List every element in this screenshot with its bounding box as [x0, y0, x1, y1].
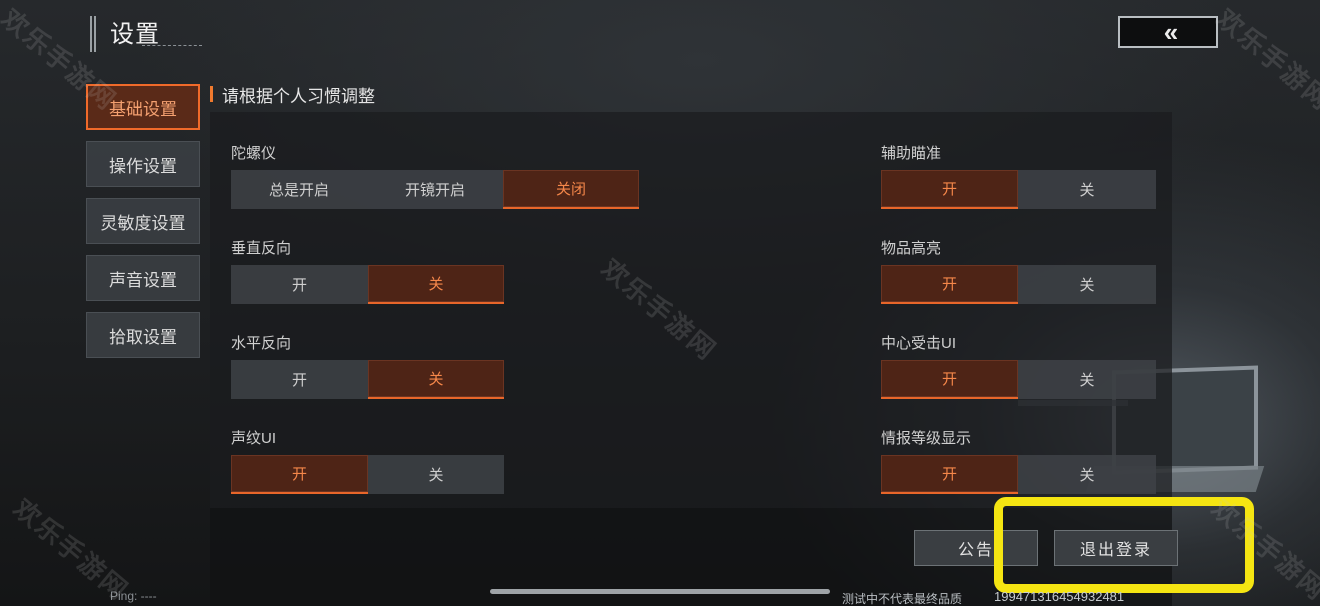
section-subtitle: 请根据个人习惯调整 [210, 84, 375, 106]
option-horizontal-invert-off[interactable]: 关 [368, 360, 504, 399]
title-decoration [142, 45, 202, 48]
quality-disclaimer: 测试中不代表最终品质 [842, 592, 963, 606]
tab-sensitivity-settings[interactable]: 灵敏度设置 [86, 198, 200, 244]
segmented-vertical-invert: 开 关 [231, 265, 504, 304]
option-voiceprint-ui-on[interactable]: 开 [231, 455, 368, 494]
setting-gyro: 陀螺仪 总是开启 开镜开启 关闭 [231, 144, 639, 209]
setting-voiceprint-ui: 声纹UI 开 关 [231, 429, 504, 494]
subtitle-text: 请根据个人习惯调整 [222, 86, 375, 106]
option-horizontal-invert-on[interactable]: 开 [231, 360, 368, 399]
segmented-aim-assist: 开 关 [881, 170, 1156, 209]
option-intel-level-display-off[interactable]: 关 [1018, 455, 1156, 494]
option-aim-assist-off[interactable]: 关 [1018, 170, 1156, 209]
setting-vertical-invert: 垂直反向 开 关 [231, 239, 504, 304]
setting-label-horizontal-invert: 水平反向 [231, 335, 292, 352]
segmented-center-hit-ui: 开 关 [881, 360, 1156, 399]
tab-pickup-settings[interactable]: 拾取设置 [86, 312, 200, 358]
setting-label-vertical-invert: 垂直反向 [231, 240, 292, 257]
setting-horizontal-invert: 水平反向 开 关 [231, 334, 504, 399]
segmented-intel-level-display: 开 关 [881, 455, 1156, 494]
segmented-voiceprint-ui: 开 关 [231, 455, 504, 494]
page-header: 设置 [90, 10, 210, 54]
tab-control-settings[interactable]: 操作设置 [86, 141, 200, 187]
option-center-hit-ui-off[interactable]: 关 [1018, 360, 1156, 399]
setting-item-highlight: 物品高亮 开 关 [881, 239, 1156, 304]
setting-label-gyro: 陀螺仪 [231, 145, 277, 162]
option-voiceprint-ui-off[interactable]: 关 [368, 455, 504, 494]
user-id: 199471316454932481 [994, 589, 1125, 604]
option-gyro-off[interactable]: 关闭 [503, 170, 639, 209]
back-button[interactable]: « [1118, 16, 1218, 48]
setting-label-voiceprint-ui: 声纹UI [231, 430, 277, 447]
segmented-gyro: 总是开启 开镜开启 关闭 [231, 170, 639, 209]
tab-sound-settings[interactable]: 声音设置 [86, 255, 200, 301]
settings-tabs: 基础设置 操作设置 灵敏度设置 声音设置 拾取设置 [86, 84, 200, 369]
setting-label-center-hit-ui: 中心受击UI [881, 335, 957, 352]
option-vertical-invert-off[interactable]: 关 [368, 265, 504, 304]
segmented-item-highlight: 开 关 [881, 265, 1156, 304]
setting-intel-level-display: 情报等级显示 开 关 [881, 429, 1156, 494]
option-center-hit-ui-on[interactable]: 开 [881, 360, 1018, 399]
title-bar-icon [90, 16, 96, 52]
option-intel-level-display-on[interactable]: 开 [881, 455, 1018, 494]
setting-center-hit-ui: 中心受击UI 开 关 [881, 334, 1156, 399]
setting-label-intel-level-display: 情报等级显示 [881, 430, 972, 447]
double-chevron-left-icon: « [1163, 16, 1179, 47]
option-item-highlight-on[interactable]: 开 [881, 265, 1018, 304]
option-aim-assist-on[interactable]: 开 [881, 170, 1018, 209]
page-title: 设置 [110, 21, 160, 48]
home-indicator[interactable] [490, 589, 830, 594]
option-item-highlight-off[interactable]: 关 [1018, 265, 1156, 304]
setting-aim-assist: 辅助瞄准 开 关 [881, 144, 1156, 209]
setting-label-item-highlight: 物品高亮 [881, 240, 942, 257]
option-gyro-always[interactable]: 总是开启 [231, 170, 367, 209]
subtitle-accent-bar [210, 86, 213, 102]
option-gyro-scope[interactable]: 开镜开启 [367, 170, 503, 209]
segmented-horizontal-invert: 开 关 [231, 360, 504, 399]
setting-label-aim-assist: 辅助瞄准 [881, 145, 942, 162]
option-vertical-invert-on[interactable]: 开 [231, 265, 368, 304]
